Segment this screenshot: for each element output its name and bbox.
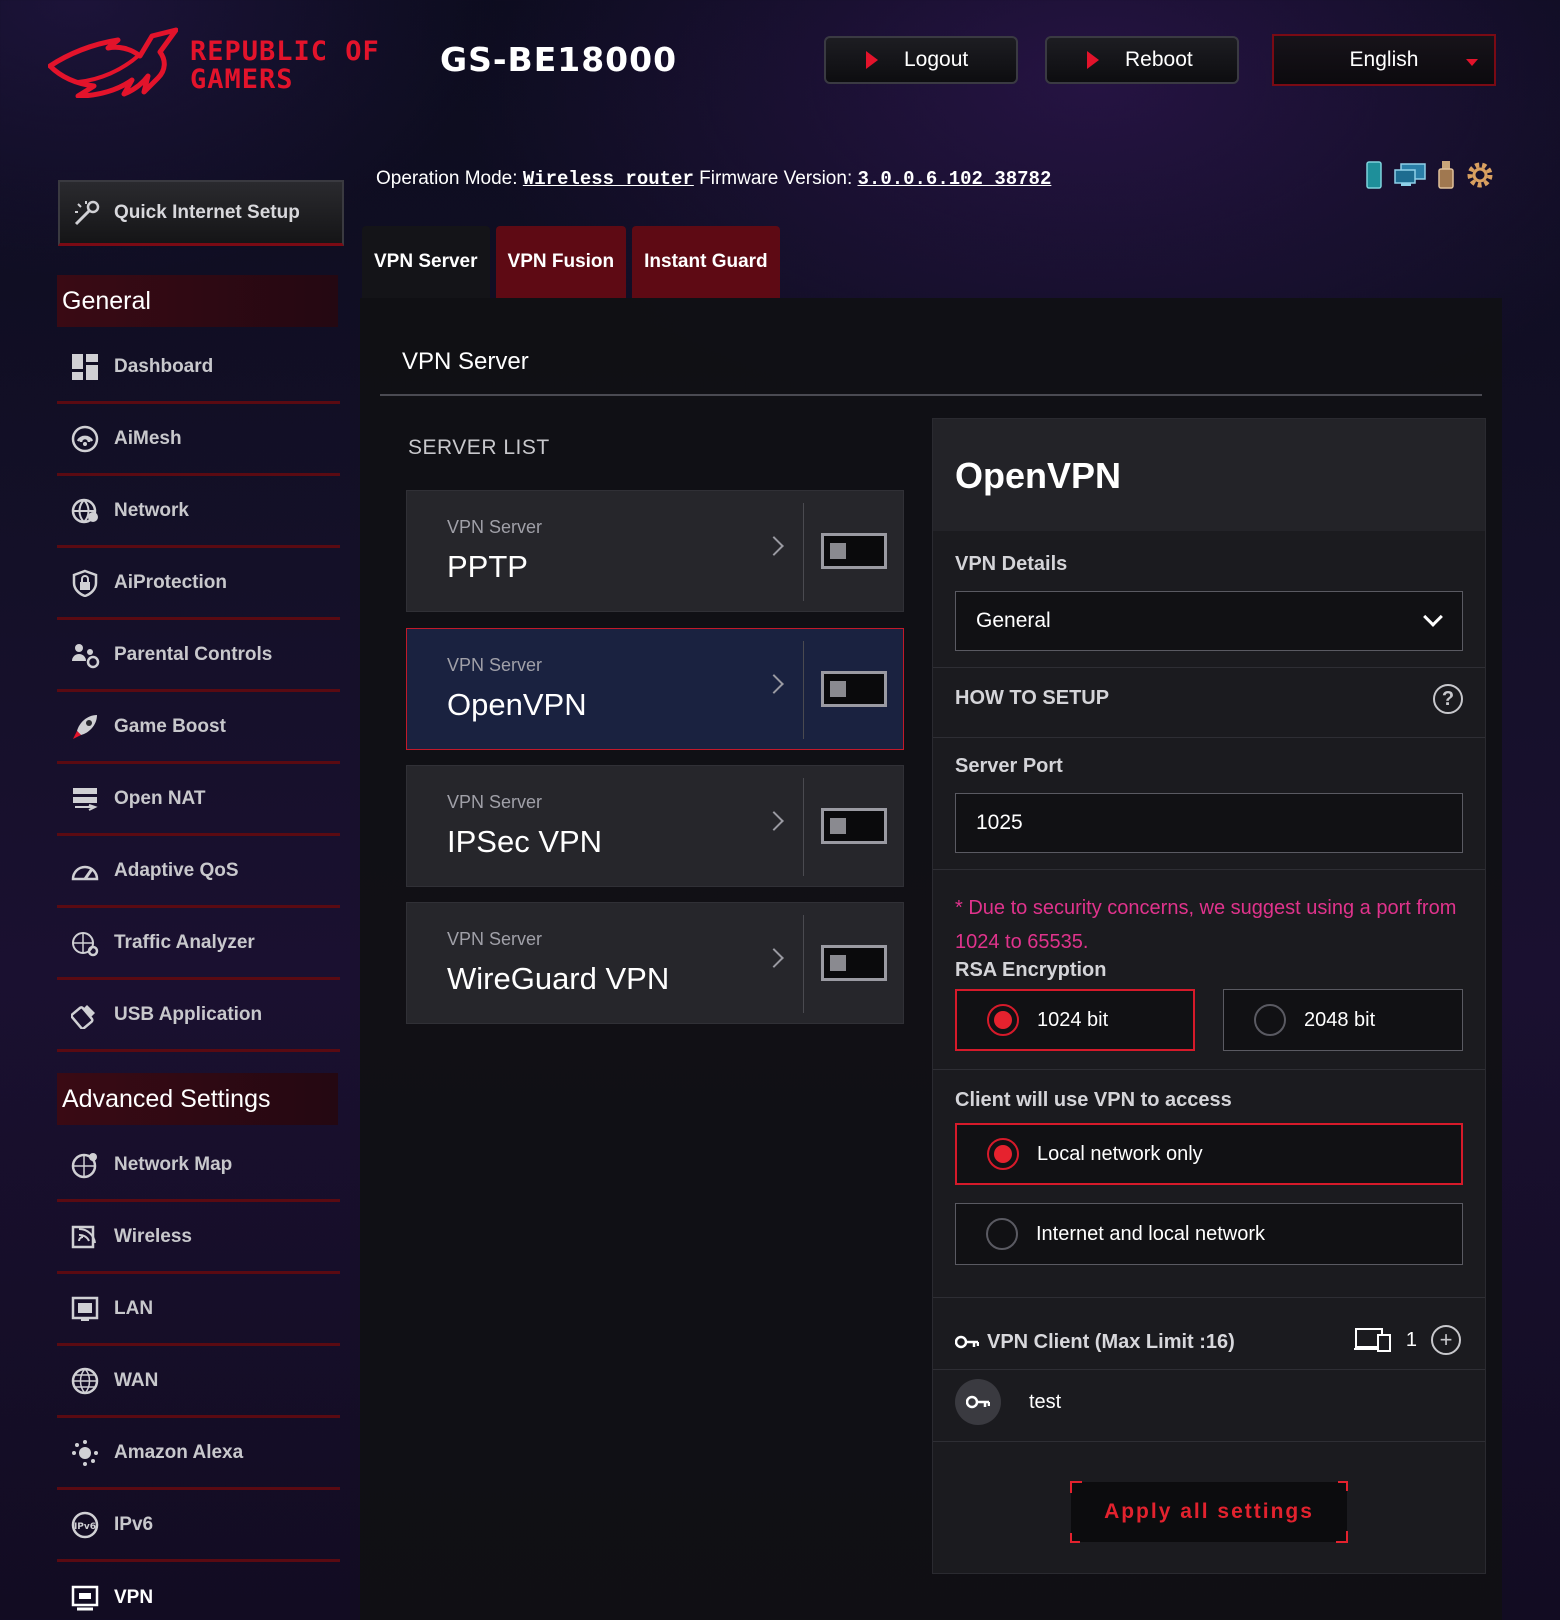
arrow-right-icon (866, 51, 878, 69)
sidebar-item-parental-controls[interactable]: Parental Controls (57, 620, 340, 692)
server-item-pptp[interactable]: VPN Server PPTP (406, 490, 904, 612)
openvpn-details-panel: OpenVPN VPN Details General HOW TO SETUP… (932, 418, 1486, 1574)
language-select[interactable]: English (1272, 34, 1496, 86)
sidebar-item-dashboard[interactable]: Dashboard (57, 332, 340, 404)
sidebar-item-adaptive-qos[interactable]: Adaptive QoS (57, 836, 340, 908)
vpn-tabs: VPN Server VPN Fusion Instant Guard (362, 226, 780, 298)
sidebar-item-open-nat[interactable]: Open NAT (57, 764, 340, 836)
sidebar-item-network[interactable]: Network (57, 476, 340, 548)
aimesh-icon (70, 424, 100, 454)
sidebar-item-usb-application[interactable]: USB Application (57, 980, 340, 1052)
rsa-2048-radio[interactable]: 2048 bit (1223, 989, 1463, 1051)
key-icon (955, 1335, 979, 1349)
how-to-setup-label: HOW TO SETUP (955, 687, 1110, 709)
sidebar-item-ipv6[interactable]: IPv6 IPv6 (57, 1490, 340, 1562)
vpn-icon (70, 1583, 100, 1613)
quick-internet-setup-button[interactable]: Quick Internet Setup (58, 180, 344, 246)
server-port-input[interactable]: 1025 (955, 793, 1463, 853)
server-port-label: Server Port (955, 755, 1063, 777)
rsa-1024-radio[interactable]: 1024 bit (955, 989, 1195, 1051)
network-map-icon (70, 1150, 100, 1180)
rsa-encryption-label: RSA Encryption (955, 959, 1107, 981)
wireless-icon (70, 1222, 100, 1252)
server-toggle-ipsec[interactable] (821, 808, 887, 844)
chevron-right-icon (764, 811, 784, 831)
dashboard-icon (70, 352, 100, 382)
open-nat-icon (70, 784, 100, 814)
title-divider (380, 394, 1482, 396)
server-item-ipsec[interactable]: VPN Server IPSec VPN (406, 765, 904, 887)
vpn-details-label: VPN Details (955, 553, 1068, 575)
client-access-label: Client will use VPN to access (955, 1089, 1232, 1111)
game-boost-icon (70, 712, 100, 742)
aiprotection-icon (70, 568, 100, 598)
chevron-right-icon (764, 948, 784, 968)
add-client-icon[interactable]: + (1431, 1325, 1461, 1355)
phone-icon[interactable] (1365, 161, 1383, 194)
lan-icon (70, 1294, 100, 1324)
status-line: Operation Mode: Wireless router Firmware… (376, 168, 1052, 190)
sidebar-item-aiprotection[interactable]: AiProtection (57, 548, 340, 620)
sidebar-item-amazon-alexa[interactable]: Amazon Alexa (57, 1418, 340, 1490)
main-panel: VPN Server SERVER LIST VPN Server PPTP V… (360, 298, 1502, 1620)
wand-icon (74, 200, 100, 225)
chevron-right-icon (764, 536, 784, 556)
server-item-wireguard[interactable]: VPN Server WireGuard VPN (406, 902, 904, 1024)
network-icon (70, 496, 100, 526)
vpn-client-item[interactable]: test (955, 1379, 1061, 1425)
key-icon (955, 1379, 1001, 1425)
ipv6-icon: IPv6 (70, 1510, 100, 1540)
op-mode-link[interactable]: Wireless router (523, 168, 694, 190)
apply-all-settings-button[interactable]: Apply all settings (1070, 1481, 1348, 1543)
access-internet-and-local-radio[interactable]: Internet and local network (955, 1203, 1463, 1265)
help-icon[interactable]: ? (1433, 684, 1463, 714)
parental-controls-icon (70, 640, 100, 670)
settings-gear-icon[interactable] (1465, 160, 1495, 195)
page-title: VPN Server (402, 348, 529, 375)
logout-button[interactable]: Logout (824, 36, 1018, 84)
server-toggle-pptp[interactable] (821, 533, 887, 569)
network-status-icon[interactable] (1393, 162, 1427, 193)
reboot-button[interactable]: Reboot (1045, 36, 1239, 84)
tab-instant-guard[interactable]: Instant Guard (632, 226, 780, 298)
server-toggle-openvpn[interactable] (821, 671, 887, 707)
rog-logo-icon (48, 27, 178, 98)
vpn-details-select[interactable]: General (955, 591, 1463, 651)
tab-vpn-fusion[interactable]: VPN Fusion (495, 226, 627, 298)
status-icons (1365, 160, 1495, 195)
vpn-client-count: 1 + (1353, 1325, 1461, 1355)
svg-text:IPv6: IPv6 (74, 1522, 96, 1532)
server-toggle-wireguard[interactable] (821, 945, 887, 981)
sidebar-item-network-map[interactable]: Network Map (57, 1130, 340, 1202)
sidebar-item-vpn[interactable]: VPN (57, 1562, 340, 1620)
tab-vpn-server[interactable]: VPN Server (362, 226, 490, 298)
devices-icon (1353, 1328, 1391, 1352)
usb-application-icon (70, 1000, 100, 1030)
brand-wordmark: REPUBLIC OF GAMERS (190, 36, 380, 95)
usb-icon[interactable] (1437, 160, 1455, 195)
sidebar-item-lan[interactable]: LAN (57, 1274, 340, 1346)
server-list-label: SERVER LIST (408, 436, 550, 459)
section-general: General (57, 275, 338, 327)
sidebar-item-traffic-analyzer[interactable]: Traffic Analyzer (57, 908, 340, 980)
server-item-openvpn[interactable]: VPN Server OpenVPN (406, 628, 904, 750)
sidebar-item-aimesh[interactable]: AiMesh (57, 404, 340, 476)
model-name: GS-BE18000 (440, 40, 678, 79)
sidebar-item-wireless[interactable]: Wireless (57, 1202, 340, 1274)
firmware-link[interactable]: 3.0.0.6.102_38782 (858, 168, 1052, 190)
details-title: OpenVPN (955, 455, 1122, 496)
alexa-icon (70, 1438, 100, 1468)
chevron-down-icon (1423, 607, 1443, 627)
sidebar-item-wan[interactable]: WAN (57, 1346, 340, 1418)
section-advanced-settings: Advanced Settings (57, 1073, 338, 1125)
wan-icon (70, 1366, 100, 1396)
access-local-only-radio[interactable]: Local network only (955, 1123, 1463, 1185)
port-warning-note: * Due to security concerns, we suggest u… (955, 897, 1457, 953)
traffic-analyzer-icon (70, 928, 100, 958)
arrow-right-icon (1087, 51, 1099, 69)
adaptive-qos-icon (70, 856, 100, 886)
sidebar-item-game-boost[interactable]: Game Boost (57, 692, 340, 764)
caret-down-icon (1466, 59, 1478, 66)
chevron-right-icon (764, 674, 784, 694)
